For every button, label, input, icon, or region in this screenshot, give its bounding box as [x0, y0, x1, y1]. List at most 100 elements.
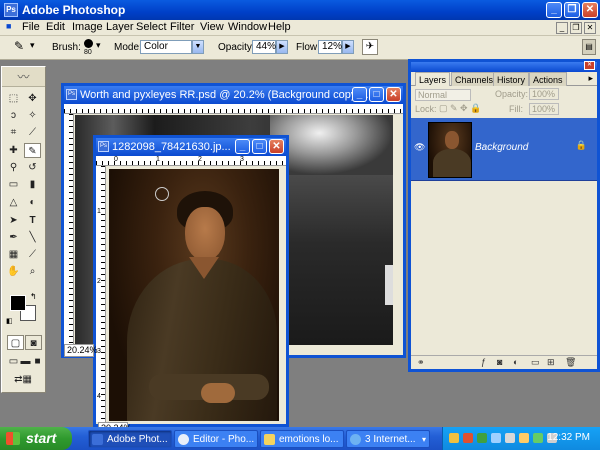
start-button[interactable]: start [0, 427, 72, 450]
clock[interactable]: 12:32 PM [547, 432, 590, 443]
marquee-tool-icon[interactable]: ⬚ [5, 91, 22, 106]
quick-mask-mode-icon[interactable]: ◙ [25, 335, 42, 350]
tray-icon-1[interactable] [449, 433, 459, 443]
pen-tool-icon[interactable]: ✒ [5, 230, 22, 245]
doc-back-close-button[interactable]: ✕ [386, 87, 401, 102]
layer-mask-icon[interactable]: ◙ [497, 357, 502, 367]
tray-icon-6[interactable] [519, 433, 529, 443]
doc-back-minimize-button[interactable]: _ [352, 87, 367, 102]
lasso-tool-icon[interactable]: ↄ [5, 108, 22, 123]
tray-icon-4[interactable] [491, 433, 501, 443]
eyedropper-tool-icon[interactable]: ⟋ [24, 247, 41, 262]
palette-menu-icon[interactable]: ▸ [588, 73, 593, 84]
horizontal-ruler[interactable] [64, 104, 403, 114]
task-editor-photo[interactable]: Editor - Pho... [174, 430, 258, 448]
tray-icon-7[interactable] [533, 433, 543, 443]
brush-preview-icon[interactable] [84, 39, 93, 48]
layer-style-icon[interactable]: ƒ [481, 357, 486, 367]
line-tool-icon[interactable]: ╲ [24, 230, 41, 245]
menu-help[interactable]: Help [268, 21, 291, 33]
menu-window[interactable]: Window [228, 21, 267, 33]
task-internet-explorer[interactable]: 3 Internet... ▾ [346, 430, 430, 448]
crop-tool-icon[interactable]: ⌗ [5, 125, 22, 140]
task-emotions[interactable]: emotions lo... [260, 430, 344, 448]
tray-icon-5[interactable] [505, 433, 515, 443]
healing-brush-tool-icon[interactable]: ✚ [5, 143, 22, 158]
hand-tool-icon[interactable]: ✋ [5, 264, 22, 279]
layer-opacity-input[interactable]: 100% [529, 88, 559, 100]
portrait-canvas[interactable] [109, 169, 279, 421]
type-tool-icon[interactable]: T [24, 213, 41, 228]
palette-well-icon[interactable]: ▤ [582, 39, 596, 55]
tray-icon-3[interactable] [477, 433, 487, 443]
flow-input[interactable]: 12% [318, 40, 342, 54]
vertical-ruler[interactable] [64, 114, 74, 344]
doc-front-minimize-button[interactable]: _ [235, 139, 250, 154]
tool-preset-dropdown-icon[interactable]: ▾ [30, 40, 35, 51]
clone-stamp-tool-icon[interactable]: ⚲ [5, 160, 22, 175]
doc-front-close-button[interactable]: ✕ [269, 139, 284, 154]
menu-file[interactable]: File [22, 21, 40, 33]
slice-tool-icon[interactable]: ⟋ [24, 125, 41, 140]
blend-mode-select[interactable]: Normal [415, 89, 471, 101]
delete-layer-icon[interactable]: 🗑 [565, 357, 576, 368]
default-colors-icon[interactable]: ◧ [6, 317, 13, 325]
toolbox-feather-icon[interactable]: 〰 [2, 67, 45, 87]
standard-mode-icon[interactable]: ▢ [7, 335, 24, 350]
menu-edit[interactable]: Edit [46, 21, 65, 33]
notes-tool-icon[interactable]: ▦ [5, 247, 22, 262]
front-horizontal-ruler[interactable] [96, 156, 286, 166]
mdi-close-button[interactable]: ✕ [584, 22, 596, 34]
mode-dropdown-icon[interactable]: ▼ [192, 40, 204, 54]
foreground-color-swatch[interactable] [10, 295, 26, 311]
layers-palette-title-bar[interactable] [411, 62, 597, 72]
doc-back-maximize-button[interactable]: □ [369, 87, 384, 102]
back-doc-zoom[interactable]: 20.24% [64, 344, 98, 357]
zoom-tool-icon[interactable]: ⌕ [24, 264, 41, 279]
menu-layer[interactable]: Layer [106, 21, 134, 33]
swap-colors-icon[interactable]: ↰ [30, 292, 37, 301]
menu-select[interactable]: Select [136, 21, 167, 33]
history-brush-tool-icon[interactable]: ↺ [24, 160, 41, 175]
path-selection-tool-icon[interactable]: ➤ [5, 213, 22, 228]
mdi-minimize-button[interactable]: _ [556, 22, 568, 34]
menu-view[interactable]: View [200, 21, 224, 33]
ps-menu-icon[interactable]: ■ [6, 21, 11, 31]
task-adobe-photoshop[interactable]: Adobe Phot... [88, 430, 172, 448]
palette-close-button[interactable]: ✕ [584, 61, 595, 70]
jump-to-imageready-icon[interactable]: ⇄▦ [7, 372, 39, 387]
tab-layers[interactable]: Layers [415, 72, 451, 86]
opacity-input[interactable]: 44% [252, 40, 276, 54]
front-vertical-ruler[interactable] [96, 166, 106, 422]
magic-wand-tool-icon[interactable]: ✧ [24, 108, 41, 123]
mdi-restore-button[interactable]: ❐ [570, 22, 582, 34]
menu-filter[interactable]: Filter [170, 21, 194, 33]
restore-button[interactable]: ❐ [564, 2, 580, 18]
airbrush-toggle-icon[interactable]: ✈ [362, 39, 378, 55]
tab-history[interactable]: History [493, 72, 530, 86]
minimize-button[interactable]: _ [546, 2, 562, 18]
gradient-tool-icon[interactable]: ▮ [24, 177, 41, 192]
adjustment-layer-icon[interactable]: ◐ [513, 357, 518, 367]
tab-channels[interactable]: Channels [451, 72, 498, 86]
visibility-eye-icon[interactable]: 👁 [414, 142, 425, 153]
lock-icons[interactable]: ▢ ✎ ✥ 🔒 [439, 103, 481, 114]
fill-input[interactable]: 100% [529, 103, 559, 115]
brush-dropdown-icon[interactable]: ▾ [96, 40, 101, 51]
flow-slider-icon[interactable]: ▶ [342, 40, 354, 54]
close-button[interactable]: ✕ [582, 2, 598, 18]
brush-tool-icon[interactable]: ✎ [14, 39, 24, 53]
eraser-tool-icon[interactable]: ▭ [5, 177, 22, 192]
opacity-slider-icon[interactable]: ▶ [276, 40, 288, 54]
layer-row-background[interactable]: 👁 Background 🔒 [411, 118, 597, 181]
doc-front-maximize-button[interactable]: □ [252, 139, 267, 154]
move-tool-icon[interactable]: ✥ [24, 91, 41, 106]
blur-tool-icon[interactable]: △ [5, 195, 22, 210]
dodge-tool-icon[interactable]: ◐ [24, 195, 41, 210]
tab-actions[interactable]: Actions [529, 72, 567, 86]
new-layer-icon[interactable]: ⊞ [547, 357, 555, 368]
mode-select[interactable]: Color [140, 40, 192, 54]
screen-mode-full-icon[interactable]: ■ [29, 354, 46, 369]
menu-image[interactable]: Image [72, 21, 103, 33]
link-layers-icon[interactable]: ⚭ [417, 357, 425, 368]
